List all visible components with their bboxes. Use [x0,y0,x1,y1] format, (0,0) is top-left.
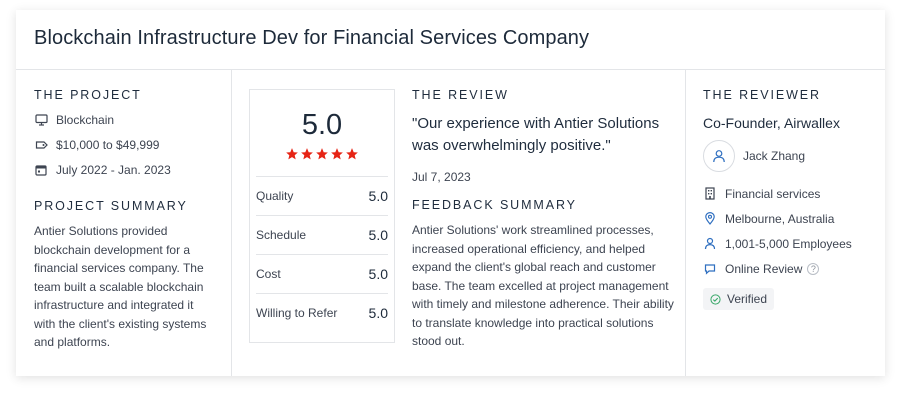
project-column: THE PROJECT Blockchain $10,000 to $49,99… [16,70,232,376]
review-card: Blockchain Infrastructure Dev for Financ… [16,10,885,376]
reviewer-industry-text: Financial services [725,186,821,201]
review-header: Blockchain Infrastructure Dev for Financ… [16,10,885,70]
project-summary-heading: PROJECT SUMMARY [34,199,188,213]
feedback-text: Antier Solutions' work streamlined proce… [412,223,674,348]
star-icon [346,148,358,160]
verified-badge: Verified [703,288,775,310]
chat-icon [703,262,717,276]
reviewer-location: Melbourne, Australia [703,206,885,231]
review-date: Jul 7, 2023 [412,170,471,184]
review-content: THE REVIEW "Our experience with Antier S… [412,88,674,351]
reviewer-person: Jack Zhang [703,140,885,172]
people-icon [703,237,717,251]
rating-box: 5.0 Quality 5.0 Schedule 5.0 Cost 5.0 Wi… [249,89,395,343]
reviewer-review-type-text: Online Review [725,261,803,276]
project-budget-text: $10,000 to $49,999 [56,137,160,152]
rating-value: 5.0 [368,266,388,282]
star-rating [256,147,388,165]
check-circle-icon [710,293,721,305]
reviewer-size: 1,001-5,000 Employees [703,231,885,256]
reviewer-column: THE REVIEWER Co-Founder, Airwallex Jack … [686,70,885,376]
rating-label: Schedule [256,228,307,242]
rating-label: Willing to Refer [256,306,338,320]
feedback-heading: FEEDBACK SUMMARY [412,198,577,212]
star-icon [316,148,328,160]
review-title: Blockchain Infrastructure Dev for Financ… [34,27,590,49]
review-heading: THE REVIEW [412,88,509,102]
reviewer-name: Jack Zhang [743,149,806,163]
monitor-icon [34,113,48,127]
help-icon[interactable]: ? [807,262,820,275]
star-icon [301,148,313,160]
project-heading: THE PROJECT [34,88,142,102]
calendar-icon [34,163,48,177]
project-category: Blockchain [34,107,231,132]
user-icon [713,150,725,163]
rating-row-cost: Cost 5.0 [256,254,388,293]
rating-label: Cost [256,267,281,281]
rating-value: 5.0 [368,188,388,204]
reviewer-industry: Financial services [703,181,885,206]
star-icon [331,148,343,160]
reviewer-location-text: Melbourne, Australia [725,211,835,226]
rating-value: 5.0 [368,227,388,243]
tag-icon [34,138,48,152]
review-quote: "Our experience with Antier Solutions wa… [412,115,660,154]
avatar [703,140,735,172]
rating-row-schedule: Schedule 5.0 [256,215,388,254]
verified-text: Verified [727,292,768,306]
star-icon [286,148,298,160]
overall-rating: 5.0 [301,109,343,141]
project-budget: $10,000 to $49,999 [34,132,231,157]
reviewer-heading: THE REVIEWER [703,88,821,102]
location-pin-icon [703,212,717,226]
project-dates-text: July 2022 - Jan. 2023 [56,162,171,177]
reviewer-size-text: 1,001-5,000 Employees [725,236,852,251]
project-summary-text: Antier Solutions provided blockchain dev… [34,224,207,349]
project-category-text: Blockchain [56,112,115,127]
rating-label: Quality [256,189,294,203]
rating-row-quality: Quality 5.0 [256,176,388,215]
review-column: 5.0 Quality 5.0 Schedule 5.0 Cost 5.0 Wi… [232,70,686,376]
reviewer-role: Co-Founder, Airwallex [703,115,840,131]
rating-row-refer: Willing to Refer 5.0 [256,293,388,332]
reviewer-review-type: Online Review ? [703,256,885,281]
building-icon [703,187,717,201]
rating-value: 5.0 [368,305,388,321]
project-dates: July 2022 - Jan. 2023 [34,157,231,182]
